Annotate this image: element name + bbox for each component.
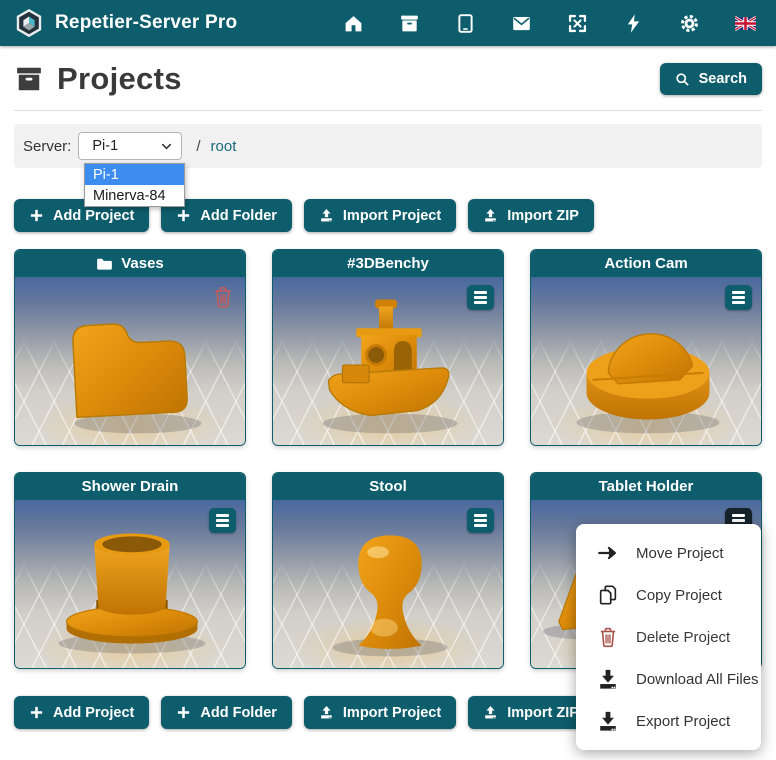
breadcrumb-separator: / <box>196 138 200 155</box>
card-thumbnail[interactable] <box>15 277 245 445</box>
card-thumbnail[interactable] <box>273 500 503 668</box>
import-project-button[interactable]: Import Project <box>304 199 456 232</box>
upload-icon <box>483 705 498 720</box>
brand-name: Repetier-Server Pro <box>55 12 237 34</box>
card-thumbnail[interactable] <box>273 277 503 445</box>
card-menu-button[interactable] <box>209 508 236 533</box>
card-header[interactable]: Action Cam <box>531 250 761 277</box>
page-title: Projects <box>57 61 182 97</box>
download-icon <box>597 668 619 690</box>
archive-icon[interactable] <box>398 12 420 34</box>
menu-item-export-project[interactable]: Export Project <box>576 700 761 742</box>
bolt-icon[interactable] <box>622 12 644 34</box>
folder-3d-render <box>15 277 245 445</box>
menu-item-label: Export Project <box>636 713 730 730</box>
project-grid-row-1: Vases #3DBenchy <box>14 249 762 446</box>
copy-icon <box>597 584 619 606</box>
arrow-right-icon <box>597 542 619 564</box>
add-project-button[interactable]: Add Project <box>14 696 149 729</box>
plus-icon <box>29 705 44 720</box>
page-header: Projects Search <box>14 59 762 99</box>
hamburger-icon <box>216 514 229 517</box>
card-title: Tablet Holder <box>599 478 694 495</box>
hamburger-icon <box>474 291 487 294</box>
tablet-icon[interactable] <box>454 12 476 34</box>
plus-icon <box>176 208 191 223</box>
menu-item-label: Download All Files <box>636 671 759 688</box>
navbar: Repetier-Server Pro <box>0 0 776 46</box>
project-card-shower-drain: Shower Drain <box>14 472 246 669</box>
hamburger-icon <box>732 514 745 517</box>
card-menu-button[interactable] <box>467 508 494 533</box>
card-header[interactable]: Vases <box>15 250 245 277</box>
card-title: Stool <box>369 478 407 495</box>
folder-icon <box>96 257 113 271</box>
server-select[interactable]: Pi-1 <box>78 132 182 160</box>
search-button[interactable]: Search <box>660 63 762 95</box>
breadcrumb-root-link[interactable]: root <box>211 138 237 155</box>
project-card-3dbenchy: #3DBenchy <box>272 249 504 446</box>
search-button-label: Search <box>699 71 747 87</box>
card-title: Action Cam <box>604 255 687 272</box>
server-bar: Server: Pi-1 Pi-1 Minerva-84 / root <box>14 124 762 168</box>
server-label: Server: <box>23 138 71 155</box>
card-thumbnail[interactable] <box>15 500 245 668</box>
expand-icon[interactable] <box>566 12 588 34</box>
navbar-icons <box>342 12 756 34</box>
import-project-button[interactable]: Import Project <box>304 696 456 729</box>
card-title: Shower Drain <box>82 478 179 495</box>
card-header[interactable]: Tablet Holder <box>531 473 761 500</box>
project-card-stool: Stool <box>272 472 504 669</box>
card-header[interactable]: Stool <box>273 473 503 500</box>
delete-folder-icon[interactable] <box>212 285 234 309</box>
header-divider <box>14 110 762 111</box>
card-menu-button[interactable] <box>467 285 494 310</box>
home-icon[interactable] <box>342 12 364 34</box>
server-option-list: Pi-1 Minerva-84 <box>84 163 185 207</box>
upload-icon <box>483 208 498 223</box>
hamburger-icon <box>732 291 745 294</box>
menu-item-label: Copy Project <box>636 587 722 604</box>
server-option[interactable]: Minerva-84 <box>85 185 184 206</box>
menu-item-copy-project[interactable]: Copy Project <box>576 574 761 616</box>
archive-icon <box>14 64 44 94</box>
card-title: Vases <box>121 255 164 272</box>
trash-icon <box>597 626 619 648</box>
plus-icon <box>176 705 191 720</box>
upload-icon <box>319 208 334 223</box>
project-card-action-cam: Action Cam <box>530 249 762 446</box>
server-select-value: Pi-1 <box>92 138 160 154</box>
project-context-menu: Move Project Copy Project Delete Project… <box>576 524 761 750</box>
menu-item-download-all-files[interactable]: Download All Files <box>576 658 761 700</box>
card-header[interactable]: #3DBenchy <box>273 250 503 277</box>
upload-icon <box>319 705 334 720</box>
add-folder-button[interactable]: Add Folder <box>161 696 292 729</box>
project-card-vases: Vases <box>14 249 246 446</box>
card-thumbnail[interactable] <box>531 277 761 445</box>
download-icon <box>597 710 619 732</box>
menu-item-delete-project[interactable]: Delete Project <box>576 616 761 658</box>
import-zip-button[interactable]: Import ZIP <box>468 199 594 232</box>
menu-item-label: Delete Project <box>636 629 730 646</box>
hamburger-icon <box>474 514 487 517</box>
mail-icon[interactable] <box>510 12 532 34</box>
uk-flag-icon[interactable] <box>734 12 756 34</box>
card-menu-button[interactable] <box>725 285 752 310</box>
card-title: #3DBenchy <box>347 255 429 272</box>
server-option[interactable]: Pi-1 <box>85 164 184 185</box>
plus-icon <box>29 208 44 223</box>
card-header[interactable]: Shower Drain <box>15 473 245 500</box>
gear-icon[interactable] <box>678 12 700 34</box>
chevron-down-icon <box>160 140 173 153</box>
menu-item-label: Move Project <box>636 545 724 562</box>
menu-item-move-project[interactable]: Move Project <box>576 532 761 574</box>
repetier-logo-icon <box>14 8 44 38</box>
